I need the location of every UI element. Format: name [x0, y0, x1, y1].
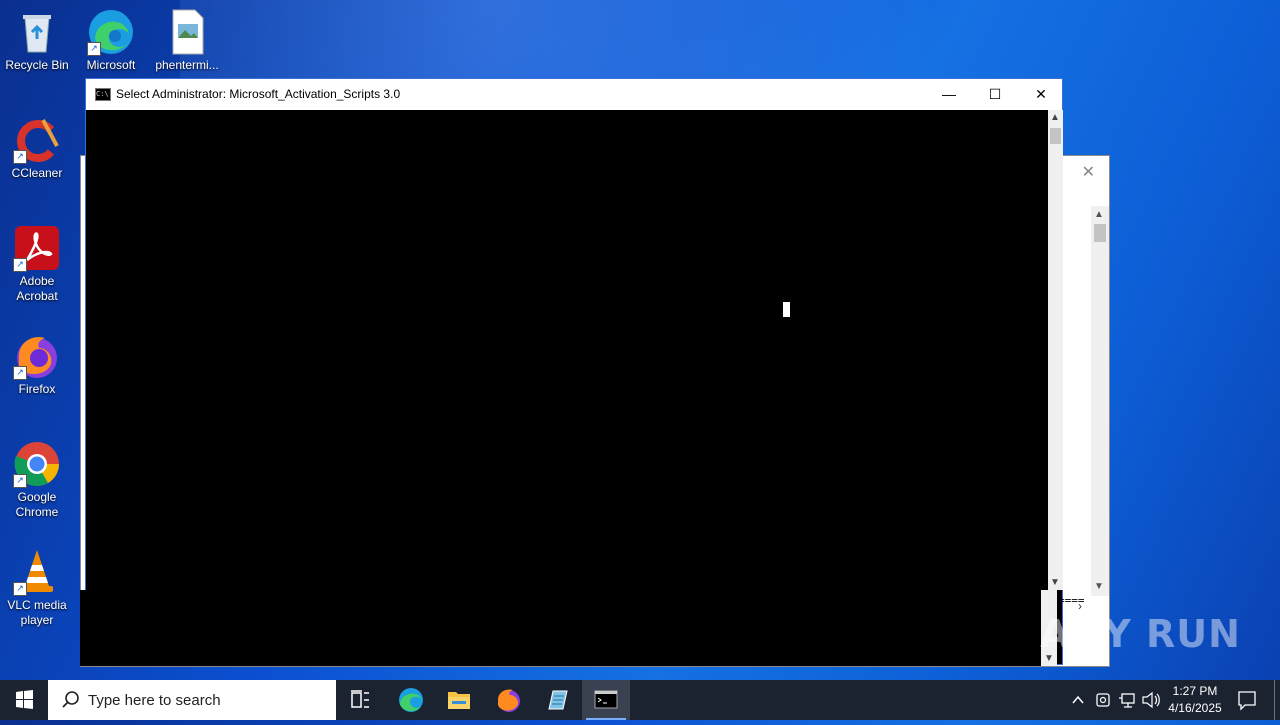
tray-meet-now[interactable] [1092, 680, 1114, 720]
desktop-icon-google-chrome[interactable]: ↗ Google Chrome [0, 440, 74, 520]
desktop-icon-vlc[interactable]: ↗ VLC media player [0, 548, 74, 628]
desktop-icon-label: Adobe Acrobat [16, 274, 58, 303]
taskbar: Type here to search 1:27 PM 4/16/2025 [0, 680, 1280, 720]
speaker-icon [1142, 691, 1160, 709]
desktop-icon-firefox[interactable]: ↗ Firefox [0, 332, 74, 397]
shortcut-arrow-icon: ↗ [13, 150, 27, 164]
taskbar-edge[interactable] [387, 680, 435, 720]
desktop-icon-microsoft-edge[interactable]: ↗ Microsoft Edge [74, 8, 148, 73]
anyrun-watermark: ANY RUN [1040, 612, 1241, 656]
network-icon [1119, 693, 1135, 708]
desktop-icon-ccleaner[interactable]: ↗ CCleaner [0, 116, 74, 181]
console-window[interactable]: C:\ Select Administrator: Microsoft_Acti… [80, 78, 1085, 666]
taskbar-firefox[interactable] [485, 680, 533, 720]
console-output[interactable] [86, 110, 1048, 590]
show-hidden-icons-button[interactable] [1068, 680, 1088, 720]
search-box[interactable]: Type here to search [48, 680, 336, 720]
vlc-cone-icon: ↗ [13, 548, 61, 596]
chevron-right-icon[interactable]: › [1078, 599, 1082, 613]
clock-time: 1:27 PM [1172, 684, 1218, 698]
scroll-up-icon[interactable]: ▲ [1050, 112, 1060, 123]
shortcut-arrow-icon: ↗ [13, 366, 27, 380]
firefox-icon: ↗ [13, 332, 61, 380]
scroll-thumb[interactable] [1094, 224, 1106, 242]
notepad-icon [548, 690, 568, 710]
shortcut-arrow-icon: ↗ [13, 258, 27, 272]
acrobat-icon: ↗ [13, 224, 61, 272]
shortcut-arrow-icon: ↗ [87, 42, 101, 56]
search-icon [62, 691, 79, 708]
desktop-icon-label: Recycle Bin [5, 58, 69, 72]
text-cursor [783, 302, 790, 317]
start-button[interactable] [0, 680, 48, 720]
desktop-icon-label: CCleaner [11, 166, 63, 180]
desktop-icon-label: Google Chrome [15, 490, 59, 519]
console-scrollbar[interactable]: ▲ ▼ [1048, 110, 1063, 590]
minimize-button[interactable]: — [926, 79, 972, 110]
edge-icon [399, 688, 423, 712]
taskbar-cmd[interactable] [582, 680, 630, 720]
image-file-icon [163, 8, 211, 56]
chrome-icon: ↗ [13, 440, 61, 488]
console-titlebar[interactable]: C:\ Select Administrator: Microsoft_Acti… [86, 79, 1062, 110]
task-view-icon [351, 690, 369, 708]
edge-icon: ↗ [87, 8, 135, 56]
tray-network[interactable] [1116, 680, 1138, 720]
window-title: Select Administrator: Microsoft_Activati… [116, 87, 401, 101]
show-desktop-button[interactable] [1274, 680, 1280, 720]
desktop-icon-adobe-acrobat[interactable]: ↗ Adobe Acrobat [0, 224, 74, 304]
desktop-icon-recycle-bin[interactable]: Recycle Bin [0, 8, 74, 73]
desktop-icon-phentermi[interactable]: phentermi... [150, 8, 224, 73]
scroll-down-icon[interactable]: ▼ [1050, 577, 1060, 588]
scroll-thumb[interactable] [1050, 128, 1061, 144]
close-button[interactable]: ✕ [1018, 79, 1064, 110]
device-icon [1096, 693, 1110, 707]
tray-volume[interactable] [1140, 680, 1162, 720]
taskbar-notepad[interactable] [533, 680, 581, 720]
taskbar-clock[interactable]: 1:27 PM 4/16/2025 [1160, 683, 1230, 717]
close-icon[interactable]: ✕ [1082, 162, 1095, 182]
windows-logo-icon [16, 690, 33, 709]
background-scrollbar[interactable]: ▲ ▼ [1091, 206, 1109, 596]
action-center-button[interactable] [1232, 680, 1262, 720]
firefox-icon [498, 689, 520, 712]
scroll-down-icon[interactable]: ▼ [1094, 581, 1104, 592]
desktop-icon-label: Firefox [18, 382, 56, 396]
desktop-icon-label: phentermi... [155, 58, 219, 72]
search-placeholder: Type here to search [88, 692, 221, 709]
ccleaner-icon: ↗ [13, 116, 61, 164]
scroll-up-icon[interactable]: ▲ [1094, 209, 1104, 220]
chevron-up-icon [1072, 695, 1084, 704]
maximize-button[interactable]: ☐ [972, 79, 1018, 110]
taskbar-file-explorer[interactable] [435, 680, 483, 720]
notification-icon [1238, 691, 1256, 711]
shortcut-arrow-icon: ↗ [13, 474, 27, 488]
cmd-icon [594, 690, 618, 709]
shortcut-arrow-icon: ↗ [13, 582, 27, 596]
console-lower-area [80, 590, 1042, 666]
recycle-bin-icon [13, 8, 61, 56]
task-view-button[interactable] [336, 680, 384, 720]
desktop-icon-label: Microsoft Edge [86, 58, 136, 72]
clock-date: 4/16/2025 [1168, 701, 1222, 715]
folder-icon [448, 692, 470, 709]
cmd-icon: C:\ [95, 88, 111, 101]
desktop-icon-label: VLC media player [7, 598, 67, 627]
